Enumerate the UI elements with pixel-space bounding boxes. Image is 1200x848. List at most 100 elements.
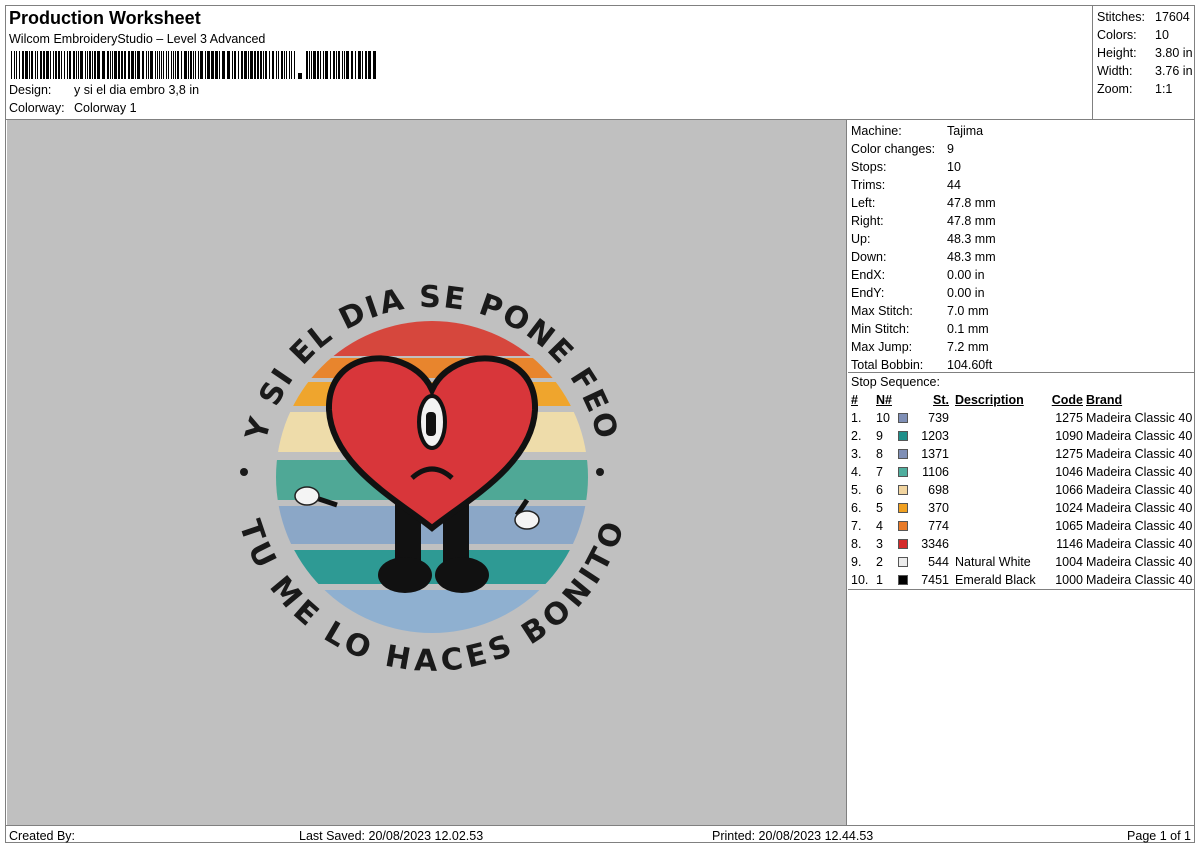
summary-row: Height: 3.80 in [1097, 44, 1196, 62]
stop-row: 3. 8 1371 1275 Madeira Classic 40 [851, 445, 1194, 463]
machine-info-value: 0.00 in [947, 268, 985, 282]
color-swatch [898, 521, 908, 531]
machine-info-row: Max Stitch: 7.0 mm [851, 302, 1194, 320]
summary-value: 10 [1155, 28, 1169, 42]
machine-info-label: Color changes: [851, 142, 936, 156]
col-description: Description [955, 393, 1024, 407]
software-name: Wilcom EmbroideryStudio – Level 3 Advanc… [9, 32, 266, 46]
summary-panel: Stitches: 17604 Colors: 10 Height: 3.80 in … [1092, 6, 1196, 119]
stop-row: 9. 2 544 Natural White 1004 Madeira Classic 4… [851, 553, 1194, 571]
stop-brand: Madeira Classic 40 [1086, 447, 1193, 461]
design-row: Design: y si el dia embro 3,8 in [9, 83, 199, 97]
stop-row: 8. 3 3346 1146 Madeira Classic 40 [851, 535, 1194, 553]
machine-info-value: 47.8 mm [947, 214, 996, 228]
machine-info-value: 9 [947, 142, 954, 156]
stop-needle: 8 [876, 447, 883, 461]
stop-brand: Madeira Classic 40 [1086, 501, 1193, 515]
stop-row: 5. 6 698 1066 Madeira Classic 40 [851, 481, 1194, 499]
stop-brand: Madeira Classic 40 [1086, 537, 1193, 551]
machine-info-row: Up: 48.3 mm [851, 230, 1194, 248]
worksheet-footer: Created By: Last Saved: 20/08/2023 12.02… [6, 825, 1194, 843]
stop-code: 1004 [1055, 555, 1083, 569]
stop-needle: 9 [876, 429, 883, 443]
stop-code: 1065 [1055, 519, 1083, 533]
stop-code: 1090 [1055, 429, 1083, 443]
col-brand: Brand [1086, 393, 1123, 407]
stop-brand: Madeira Classic 40 [1086, 465, 1193, 479]
stop-needle: 3 [876, 537, 883, 551]
stop-index: 9. [851, 555, 862, 569]
machine-info-label: Trims: [851, 178, 886, 192]
stop-brand: Madeira Classic 40 [1086, 411, 1193, 425]
machine-info-value: 47.8 mm [947, 196, 996, 210]
colorway-label: Colorway: [9, 101, 65, 115]
machine-info-row: Right: 47.8 mm [851, 212, 1194, 230]
stop-row: 7. 4 774 1065 Madeira Classic 40 [851, 517, 1194, 535]
stop-row: 6. 5 370 1024 Madeira Classic 40 [851, 499, 1194, 517]
machine-info-label: Min Stitch: [851, 322, 910, 336]
machine-info-row: Left: 47.8 mm [851, 194, 1194, 212]
stop-brand: Madeira Classic 40 [1086, 429, 1193, 443]
machine-info-row: Color changes: 9 [851, 140, 1194, 158]
stop-index: 8. [851, 537, 862, 551]
color-swatch [898, 575, 908, 585]
worksheet-frame: Production Worksheet Wilcom EmbroiderySt… [5, 5, 1195, 843]
machine-info-value: 48.3 mm [947, 250, 996, 264]
stop-stitches: 544 [928, 555, 949, 569]
stop-brand: Madeira Classic 40 [1086, 573, 1193, 587]
stop-table-header: # N# St. Description Code Brand [851, 391, 1194, 409]
summary-label: Height: [1097, 46, 1137, 60]
colorway-value: Colorway 1 [74, 101, 137, 115]
stop-stitches: 370 [928, 501, 949, 515]
summary-label: Width: [1097, 64, 1133, 78]
printed-date: Printed: 20/08/2023 12.44.53 [712, 829, 874, 843]
stop-index: 10. [851, 573, 869, 587]
machine-info-row: Stops: 10 [851, 158, 1194, 176]
stop-index: 5. [851, 483, 862, 497]
color-swatch [898, 413, 908, 423]
stop-code: 1046 [1055, 465, 1083, 479]
machine-info-label: Down: [851, 250, 887, 264]
color-swatch [898, 467, 908, 477]
color-swatch [898, 431, 908, 441]
stop-needle: 6 [876, 483, 883, 497]
stop-row: 1. 10 739 1275 Madeira Classic 40 [851, 409, 1194, 427]
page-title: Production Worksheet [9, 8, 201, 28]
summary-value: 3.76 in [1155, 64, 1193, 78]
created-by: Created By: [9, 829, 76, 843]
machine-info-label: EndX: [851, 268, 886, 282]
stop-brand: Madeira Classic 40 [1086, 483, 1193, 497]
stop-sequence-title: Stop Sequence: [851, 375, 940, 389]
machine-info-value: Tajima [947, 124, 984, 138]
stop-index: 1. [851, 411, 862, 425]
machine-info-value: 0.00 in [947, 286, 985, 300]
summary-label: Stitches: [1097, 10, 1145, 24]
summary-label: Zoom: [1097, 82, 1133, 96]
color-swatch [898, 539, 908, 549]
stop-needle: 4 [876, 519, 883, 533]
summary-value: 17604 [1155, 10, 1190, 24]
stop-code: 1146 [1056, 537, 1083, 551]
stop-brand: Madeira Classic 40 [1086, 519, 1193, 533]
stop-code: 1066 [1055, 483, 1083, 497]
machine-info-row: Min Stitch: 0.1 mm [851, 320, 1194, 338]
stop-stitches: 739 [928, 411, 949, 425]
worksheet-header: Production Worksheet Wilcom EmbroiderySt… [6, 6, 1094, 119]
stop-stitches: 698 [928, 483, 949, 497]
summary-value: 1:1 [1155, 82, 1173, 96]
stop-table-body: 1. 10 739 1275 Madeira Classic 40 2. 9 1203 1090… [851, 409, 1194, 589]
stop-code: 1000 [1055, 573, 1083, 587]
machine-info-value: 44 [947, 178, 961, 192]
page-number: Page 1 of 1 [1127, 829, 1191, 843]
info-panel: Machine: Tajima Color changes: 9 Stops: 10 Tri… [848, 120, 1194, 825]
design-label: Design: [9, 83, 52, 97]
machine-info-label: Max Stitch: [851, 304, 913, 318]
machine-info-row: EndX: 0.00 in [851, 266, 1194, 284]
stop-row: 4. 7 1106 1046 Madeira Classic 40 [851, 463, 1194, 481]
stop-index: 2. [851, 429, 862, 443]
stop-needle: 1 [876, 573, 883, 587]
machine-info-value: 48.3 mm [947, 232, 996, 246]
stop-needle: 5 [876, 501, 883, 515]
machine-info-label: Machine: [851, 124, 902, 138]
machine-info-label: Stops: [851, 160, 887, 174]
